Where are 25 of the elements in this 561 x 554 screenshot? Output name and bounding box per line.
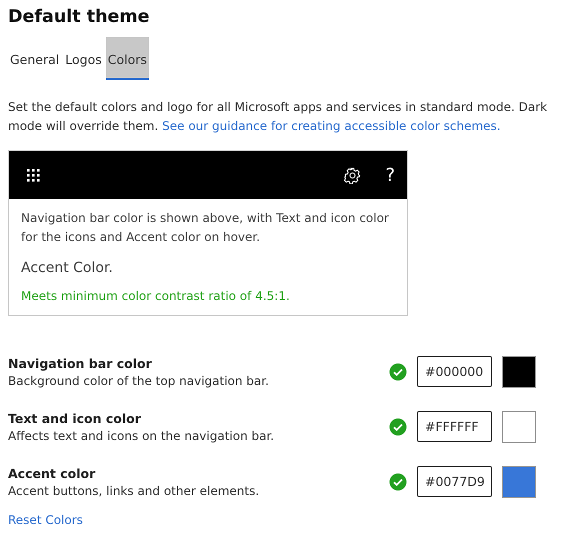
hex-input-field[interactable]: #000000 — [417, 356, 492, 387]
reset-colors-link[interactable]: Reset Colors — [8, 513, 83, 527]
color-swatch[interactable] — [502, 356, 536, 388]
hex-input-field[interactable]: #FFFFFF — [417, 411, 492, 442]
tab[interactable]: Colors — [106, 37, 149, 80]
help-icon[interactable]: ? — [385, 164, 395, 186]
setting-hint: Affects text and icons on the navigation bar. — [8, 428, 276, 442]
page-title: Default theme — [8, 6, 151, 28]
tab[interactable]: General — [8, 37, 62, 80]
description-text: Set the default colors and logo for all Microsoft apps and services in standard mode. Dark mode will override them. See our guidance for creating accessible color schemes. — [8, 99, 548, 135]
tab[interactable]: Logos — [63, 37, 104, 80]
setting-label: Accent color — [8, 466, 96, 480]
setting-label: Text and icon color — [8, 410, 142, 426]
color-swatch[interactable] — [502, 410, 536, 442]
contrast-message: Meets minimum color contrast ratio of 4.5:1. — [20, 288, 291, 305]
setting-hint: Accent buttons, links and other elements. — [8, 484, 260, 498]
color-swatch[interactable] — [502, 466, 536, 498]
hex-input-field[interactable]: #0077D9 — [417, 466, 492, 497]
settings-icon[interactable] — [344, 166, 362, 184]
accent-color-sample: Accent Color. — [20, 259, 114, 276]
preview-description: Navigation bar color is shown above, with Text and icon color for the icons and Accent color on hover. — [20, 210, 390, 246]
guidance-link[interactable]: See our guidance for creating accessible color schemes. — [162, 119, 501, 133]
setting-label: Navigation bar color — [8, 356, 153, 370]
setting-hint: Background color of the top navigation bar. — [8, 374, 270, 388]
app-launcher-icon[interactable] — [25, 167, 41, 183]
